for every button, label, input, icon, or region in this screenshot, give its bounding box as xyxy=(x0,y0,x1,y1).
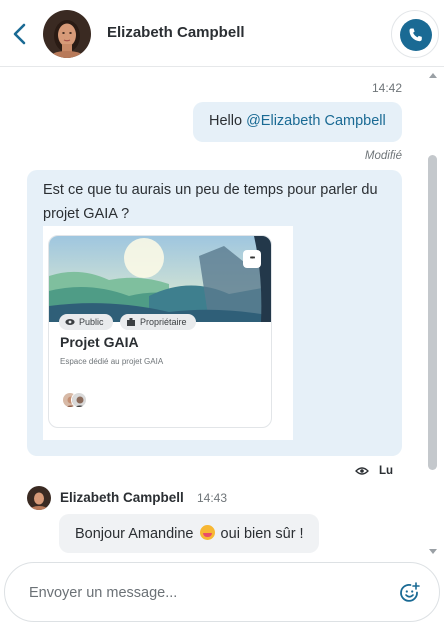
sender-avatar[interactable] xyxy=(27,486,51,510)
outgoing-message-bubble[interactable]: Hello @Elizabeth Campbell xyxy=(193,102,402,142)
message-timestamp: 14:42 xyxy=(371,81,402,95)
message-timestamp: 14:43 xyxy=(197,491,228,505)
chat-header: Elizabeth Campbell xyxy=(0,0,444,67)
outgoing-message-with-card[interactable]: Est ce que tu aurais un peu de temps pou… xyxy=(27,170,402,456)
space-card-container: ••• Public Propriétaire Projet GAIA Espa… xyxy=(43,226,293,440)
member-avatar xyxy=(71,392,87,408)
message-list[interactable]: 14:42 Hello @Elizabeth Campbell Modifié … xyxy=(0,67,444,560)
building-icon xyxy=(127,318,135,326)
call-button[interactable] xyxy=(400,19,432,51)
public-tag: Public xyxy=(59,314,113,330)
message-text: Bonjour Amandine xyxy=(75,526,198,542)
space-title: Projet GAIA xyxy=(60,334,139,350)
scroll-down-arrow-icon[interactable] xyxy=(429,549,437,554)
call-button-wrapper xyxy=(391,10,439,58)
owner-tag: Propriétaire xyxy=(120,314,196,330)
message-text: Est ce que tu aurais un peu de temps pou… xyxy=(43,182,378,222)
emoji-picker-button[interactable] xyxy=(398,581,422,605)
grinning-emoji-icon xyxy=(199,525,215,540)
back-button[interactable] xyxy=(10,22,30,46)
chat-scrollbar[interactable] xyxy=(426,67,440,560)
scrollbar-thumb[interactable] xyxy=(428,155,437,470)
eye-icon xyxy=(355,467,369,475)
scroll-up-arrow-icon[interactable] xyxy=(429,73,437,78)
contact-name: Elizabeth Campbell xyxy=(107,24,245,41)
contact-avatar[interactable] xyxy=(43,10,91,58)
more-icon: ••• xyxy=(249,255,255,262)
space-card[interactable]: ••• Public Propriétaire Projet GAIA Espa… xyxy=(48,235,272,428)
user-mention[interactable]: @Elizabeth Campbell xyxy=(246,113,386,129)
edited-label: Modifié xyxy=(364,150,402,162)
incoming-message-bubble[interactable]: Bonjour Amandine oui bien sûr ! xyxy=(59,514,319,553)
phone-icon xyxy=(409,28,422,42)
read-label: Lu xyxy=(379,465,394,477)
emoji-add-icon xyxy=(400,582,420,602)
message-text: oui bien sûr ! xyxy=(216,526,304,542)
message-text: Hello xyxy=(209,113,247,129)
back-icon xyxy=(13,23,26,45)
message-input[interactable] xyxy=(29,581,369,605)
tag-label: Public xyxy=(79,317,104,327)
card-more-button[interactable]: ••• xyxy=(243,250,261,268)
tag-label: Propriétaire xyxy=(140,317,187,327)
eye-icon xyxy=(65,319,75,325)
sender-name: Elizabeth Campbell xyxy=(60,490,184,505)
message-composer xyxy=(4,562,440,622)
card-cover-image xyxy=(49,236,271,322)
read-receipt: Lu xyxy=(355,465,393,477)
space-description: Espace dédié au projet GAIA xyxy=(60,357,164,366)
member-avatars xyxy=(62,392,92,408)
